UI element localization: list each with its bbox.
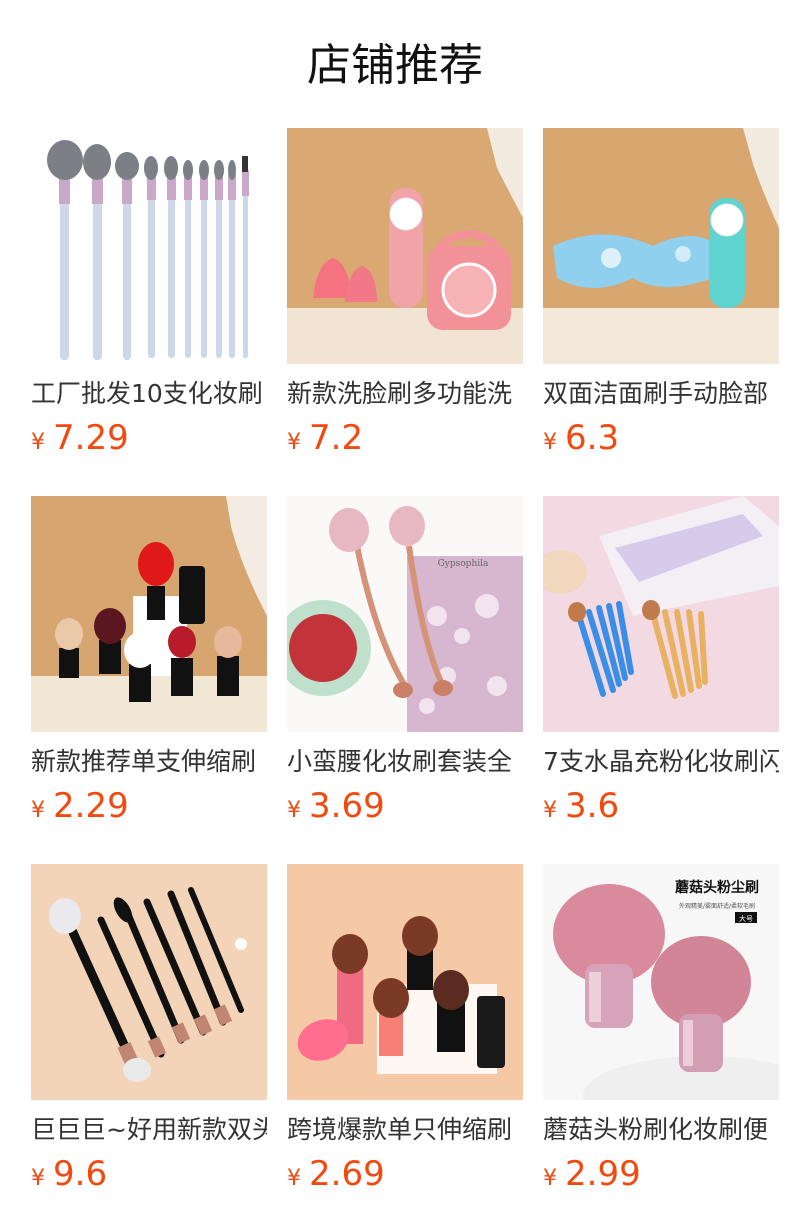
product-price: ¥3.69 <box>287 786 523 826</box>
product-price: ¥2.69 <box>287 1154 523 1194</box>
product-image-8[interactable] <box>287 864 523 1100</box>
price-amount: 6.3 <box>565 418 620 458</box>
product-image-2[interactable] <box>287 128 523 364</box>
product-price: ¥6.3 <box>543 418 779 458</box>
crystal-brush-set-image <box>543 496 779 699</box>
product-image-7[interactable] <box>31 864 267 1100</box>
currency-symbol: ¥ <box>287 430 301 455</box>
gypsophila-label: Gypsophila <box>438 559 489 569</box>
price-amount: 2.69 <box>309 1154 385 1194</box>
retractable-single-brush-image <box>297 916 505 1074</box>
price-amount: 7.29 <box>53 418 129 458</box>
currency-symbol: ¥ <box>287 798 301 823</box>
product-price: ¥7.2 <box>287 418 523 458</box>
product-card-2[interactable]: 新款洗脸刷多功能洗 ¥7.2 <box>287 128 523 458</box>
product-card-4[interactable]: 新款推荐单支伸缩刷 ¥2.29 <box>31 496 267 826</box>
currency-symbol: ¥ <box>31 430 45 455</box>
product-name[interactable]: 巨巨巨~好用新款双头 <box>31 1114 267 1146</box>
product-price: ¥9.6 <box>31 1154 267 1194</box>
product-card-7[interactable]: 巨巨巨~好用新款双头 ¥9.6 <box>31 864 267 1194</box>
currency-symbol: ¥ <box>31 1166 45 1191</box>
price-amount: 9.6 <box>53 1154 108 1194</box>
product-name[interactable]: 蘑菇头粉刷化妆刷便 <box>543 1114 779 1146</box>
product-name[interactable]: 双面洁面刷手动脸部 <box>543 378 779 410</box>
price-amount: 3.69 <box>309 786 385 826</box>
product-image-9[interactable]: 蘑菇头粉尘刷 外观精美/雾面舒适/柔软毛刷 大号 <box>543 864 779 1100</box>
double-cleansing-brush-image <box>543 128 779 364</box>
brush-set-10-image <box>47 140 249 360</box>
product-name[interactable]: 跨境爆款单只伸缩刷 <box>287 1114 523 1146</box>
currency-symbol: ¥ <box>543 1166 557 1191</box>
product-name[interactable]: 工厂批发10支化妆刷 <box>31 378 267 410</box>
product-name[interactable]: 新款洗脸刷多功能洗 <box>287 378 523 410</box>
product-card-5[interactable]: Gypsophila 小蛮腰化妆刷套装全 ¥3.69 <box>287 496 523 826</box>
product-image-3[interactable] <box>543 128 779 364</box>
product-card-1[interactable]: 工厂批发10支化妆刷 ¥7.29 <box>31 128 267 458</box>
product-image-4[interactable] <box>31 496 267 732</box>
product-price: ¥2.99 <box>543 1154 779 1194</box>
face-brush-set-image <box>287 128 523 364</box>
price-amount: 2.29 <box>53 786 129 826</box>
section-title: 店铺推荐 <box>307 40 483 91</box>
product-price: ¥7.29 <box>31 418 267 458</box>
price-amount: 3.6 <box>565 786 620 826</box>
product-name[interactable]: 新款推荐单支伸缩刷 <box>31 746 267 778</box>
product-card-3[interactable]: 双面洁面刷手动脸部 ¥6.3 <box>543 128 779 458</box>
product-price: ¥3.6 <box>543 786 779 826</box>
price-amount: 2.99 <box>565 1154 641 1194</box>
product-card-6[interactable]: 7支水晶充粉化妆刷闪 ¥3.6 <box>543 496 779 826</box>
store-recommendation-page: 店铺推荐 工厂批发10支化妆刷 ¥ 7.29 新款洗脸刷多功能洗 ¥ 7.2 双… <box>0 0 790 1232</box>
mushroom-powder-brush-image: 蘑菇头粉尘刷 外观精美/雾面舒适/柔软毛刷 大号 <box>543 864 779 1100</box>
mushroom-brush-title: 蘑菇头粉尘刷 <box>675 879 759 896</box>
product-card-9[interactable]: 蘑菇头粉尘刷 外观精美/雾面舒适/柔软毛刷 大号 蘑菇头粉刷化妆刷便 ¥2.99 <box>543 864 779 1194</box>
product-card-8[interactable]: 跨境爆款单只伸缩刷 ¥2.69 <box>287 864 523 1194</box>
product-price: ¥2.29 <box>31 786 267 826</box>
price-amount: 7.2 <box>309 418 364 458</box>
double-ended-brush-image <box>49 887 247 1082</box>
product-image-6[interactable] <box>543 496 779 732</box>
currency-symbol: ¥ <box>287 1166 301 1191</box>
currency-symbol: ¥ <box>31 798 45 823</box>
product-image-1[interactable] <box>31 128 267 364</box>
currency-symbol: ¥ <box>543 430 557 455</box>
product-name[interactable]: 7支水晶充粉化妆刷闪 <box>543 746 779 778</box>
product-image-5[interactable]: Gypsophila <box>287 496 523 732</box>
size-badge: 大号 <box>739 914 753 923</box>
waist-brush-set-image: Gypsophila <box>287 496 523 732</box>
mushroom-brush-subtitle: 外观精美/雾面舒适/柔软毛刷 <box>679 902 755 910</box>
product-name[interactable]: 小蛮腰化妆刷套装全 <box>287 746 523 778</box>
currency-symbol: ¥ <box>543 798 557 823</box>
retractable-brush-set-image <box>31 496 267 732</box>
